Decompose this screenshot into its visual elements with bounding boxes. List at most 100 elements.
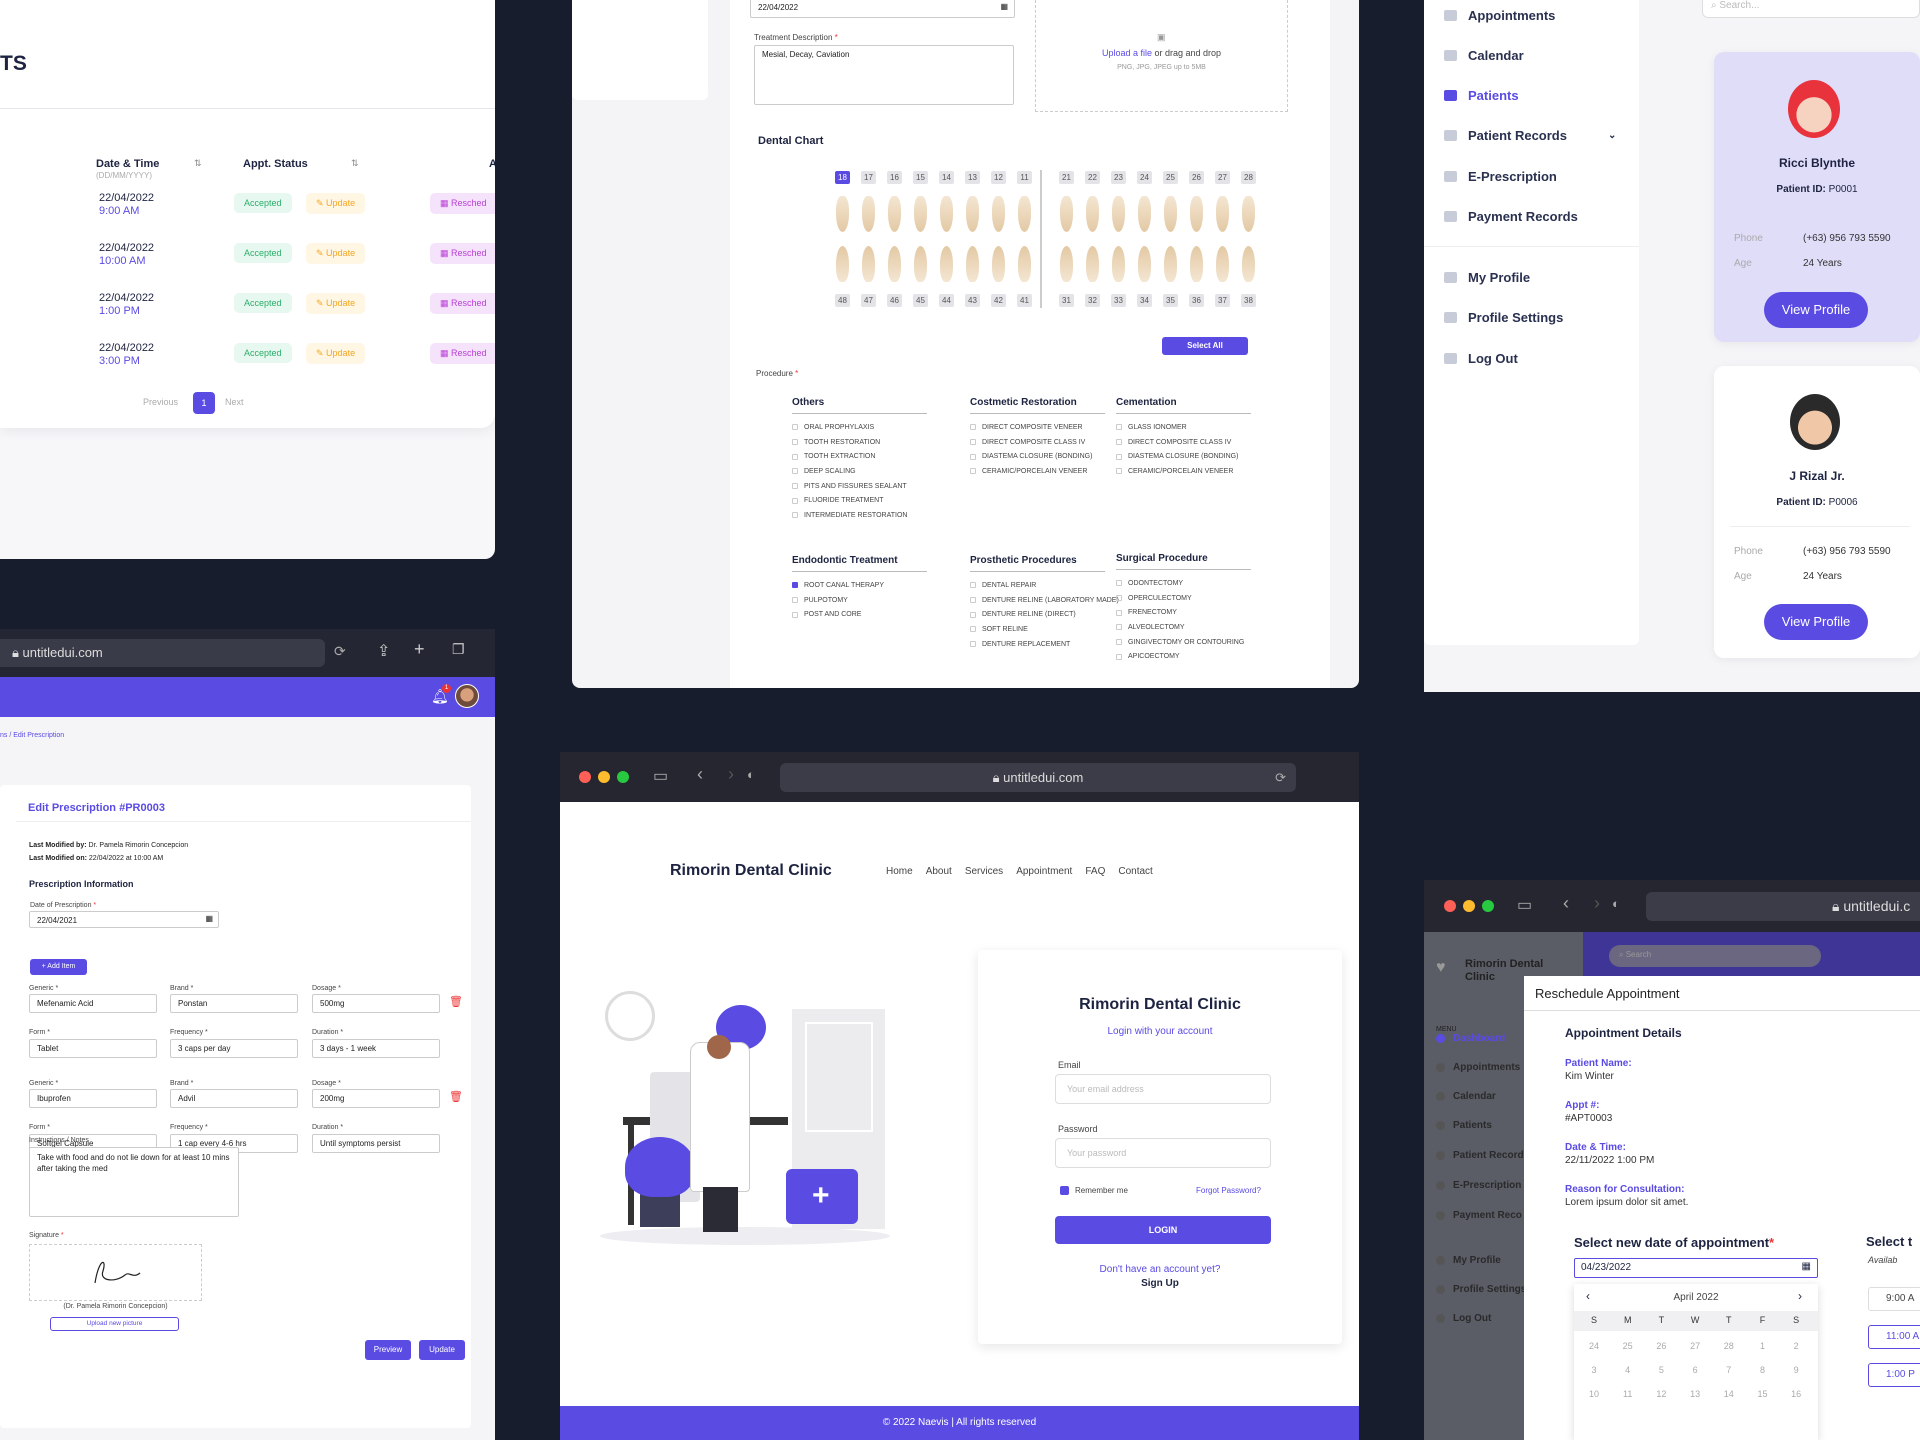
reschedule-button[interactable]: ▦ Resched [430,243,495,264]
checkbox[interactable] [970,468,976,475]
address-bar[interactable]: 🔒︎ untitledui.com ⟳ [780,763,1296,792]
procedure-option[interactable]: FRENECTOMY [1116,605,1251,620]
generic-input[interactable]: Mefenamic Acid [29,994,157,1013]
tooth-number-45[interactable]: 45 [913,294,928,307]
site-brand[interactable]: Rimorin Dental Clinic [670,862,832,880]
maximize-window-icon[interactable] [617,771,629,783]
checkbox[interactable] [1116,639,1122,646]
tooth-24[interactable] [1138,196,1151,232]
tooth-number-11[interactable]: 11 [1017,171,1032,184]
checkbox[interactable] [792,483,798,490]
calendar-day[interactable]: 24 [1586,1341,1602,1351]
sort-icon[interactable]: ⇅ [194,158,202,169]
date-field[interactable]: 22/04/2021 ▦ [29,911,219,928]
tooth-15[interactable] [914,196,927,232]
col-header-datetime[interactable]: Date & Time [96,158,159,170]
checkbox[interactable] [1116,624,1122,631]
checkbox[interactable] [792,611,798,618]
tooth-number-23[interactable]: 23 [1111,171,1126,184]
checkbox[interactable] [792,453,798,460]
checkbox[interactable] [1116,424,1122,431]
address-bar[interactable]: 🔒︎ untitledui.c [1646,892,1920,921]
reschedule-button[interactable]: ▦ Resched [430,343,495,364]
tooth-number-48[interactable]: 48 [835,294,850,307]
tooth-41[interactable] [1018,246,1031,282]
tooth-28[interactable] [1242,196,1255,232]
procedure-option[interactable]: SOFT RELINE [970,622,1119,637]
tooth-27[interactable] [1216,196,1229,232]
calendar-day[interactable]: 12 [1653,1389,1669,1399]
checkbox[interactable] [1116,453,1122,460]
calendar-day[interactable]: 8 [1755,1365,1771,1375]
tooth-16[interactable] [888,196,901,232]
sidebar-item-dashboard[interactable]: Dashboard [1436,1033,1505,1044]
sidebar-toggle-icon[interactable]: ▭ [653,766,668,786]
tooth-38[interactable] [1242,246,1255,282]
tooth-25[interactable] [1164,196,1177,232]
tooth-number-27[interactable]: 27 [1215,171,1230,184]
procedure-option[interactable]: POST AND CORE [792,607,927,622]
calendar-day[interactable]: 2 [1788,1341,1804,1351]
checkbox[interactable] [1116,439,1122,446]
calendar-day[interactable]: 10 [1586,1389,1602,1399]
sidebar-item-e-prescription[interactable]: E-Prescription [1436,1180,1521,1191]
procedure-option[interactable]: ORAL PROPHYLAXIS [792,420,927,435]
sidebar-item-e-prescription[interactable]: E-Prescription [1444,169,1557,184]
next-month-icon[interactable]: › [1798,1289,1802,1303]
tooth-12[interactable] [992,196,1005,232]
tooth-number-32[interactable]: 32 [1085,294,1100,307]
sort-icon[interactable]: ⇅ [351,158,359,169]
close-window-icon[interactable] [1444,900,1456,912]
tooth-number-14[interactable]: 14 [939,171,954,184]
back-icon[interactable]: ‹ [1563,893,1569,914]
update-button[interactable]: ✎ Update [306,243,366,264]
procedure-option[interactable]: DIRECT COMPOSITE CLASS IV [970,435,1105,450]
tooth-number-42[interactable]: 42 [991,294,1006,307]
tooth-11[interactable] [1018,196,1031,232]
tooth-number-37[interactable]: 37 [1215,294,1230,307]
procedure-option[interactable]: DENTURE RELINE (DIRECT) [970,607,1119,622]
tooth-number-47[interactable]: 47 [861,294,876,307]
tooth-43[interactable] [966,246,979,282]
tooth-number-38[interactable]: 38 [1241,294,1256,307]
procedure-option[interactable]: ALVEOLECTOMY [1116,620,1251,635]
calendar-day[interactable]: 3 [1586,1365,1602,1375]
checkbox[interactable] [792,439,798,446]
tooth-48[interactable] [836,246,849,282]
sidebar-item-patient-record[interactable]: Patient Record [1436,1150,1524,1161]
tooth-14[interactable] [940,196,953,232]
sidebar-item-calendar[interactable]: Calendar [1436,1091,1496,1102]
calendar-day[interactable]: 26 [1653,1341,1669,1351]
procedure-option[interactable]: DENTURE RELINE (LABORATORY MADE) [970,593,1119,608]
checkbox[interactable] [970,453,976,460]
update-button[interactable]: ✎ Update [306,343,366,364]
login-button[interactable]: LOGIN [1055,1216,1271,1244]
checkbox[interactable] [970,597,976,604]
tooth-47[interactable] [862,246,875,282]
maximize-window-icon[interactable] [1482,900,1494,912]
preview-button[interactable]: Preview [365,1340,411,1360]
tooth-31[interactable] [1060,246,1073,282]
tooth-26[interactable] [1190,196,1203,232]
checkbox[interactable] [970,641,976,648]
tooth-number-28[interactable]: 28 [1241,171,1256,184]
forward-icon[interactable]: › [728,764,734,785]
nav-services[interactable]: Services [965,866,1003,877]
tabs-icon[interactable]: ❐ [452,641,465,658]
sidebar-item-profile-settings[interactable]: Profile Settings [1444,310,1563,325]
procedure-option[interactable]: DENTAL REPAIR [970,578,1119,593]
tooth-44[interactable] [940,246,953,282]
view-profile-button[interactable]: View Profile [1764,292,1868,328]
nav-about[interactable]: About [926,866,952,877]
calendar-day[interactable]: 1 [1755,1341,1771,1351]
email-input[interactable]: Your email address [1055,1074,1271,1104]
chevron-down-icon[interactable]: ⌄ [1608,130,1616,141]
tooth-number-26[interactable]: 26 [1189,171,1204,184]
tooth-number-22[interactable]: 22 [1085,171,1100,184]
procedure-option[interactable]: CERAMIC/PORCELAIN VENEER [970,464,1105,479]
sidebar-item-payment-reco[interactable]: Payment Reco [1436,1210,1522,1221]
time-slot[interactable]: 11:00 A [1868,1325,1920,1349]
tooth-number-24[interactable]: 24 [1137,171,1152,184]
sidebar-item-log-out[interactable]: Log Out [1444,351,1518,366]
reschedule-button[interactable]: ▦ Resched [430,193,495,214]
